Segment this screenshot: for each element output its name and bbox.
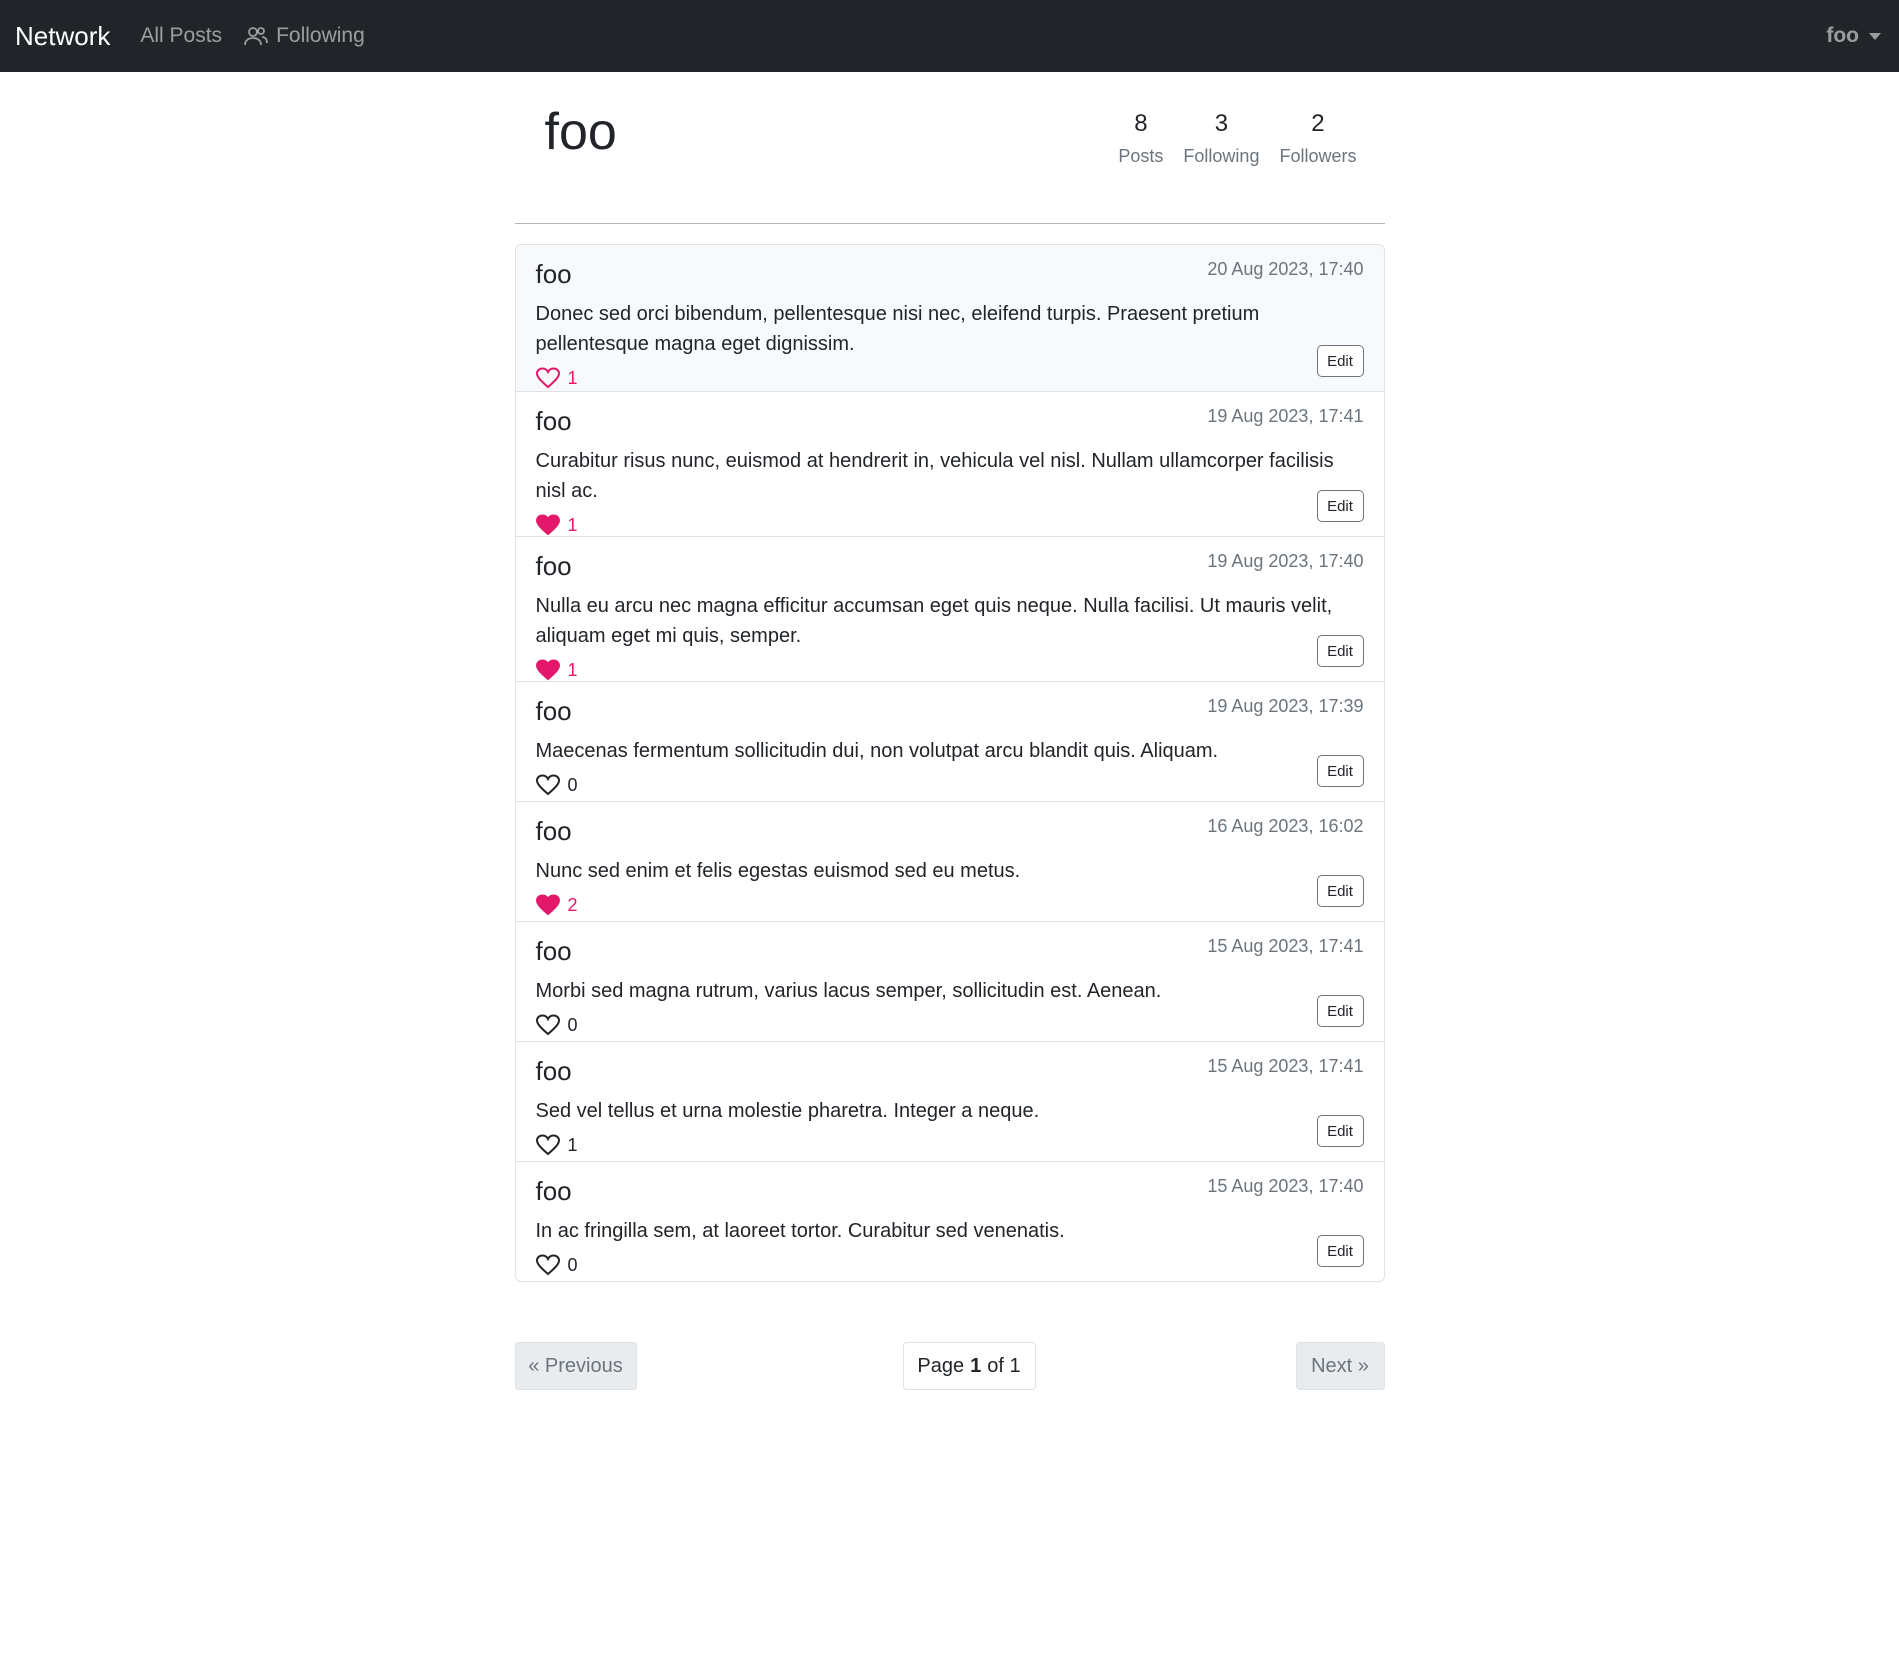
like-count: 0 — [567, 774, 578, 795]
user-dropdown-label: foo — [1826, 24, 1859, 47]
edit-button[interactable]: Edit — [1316, 490, 1364, 522]
main-container: foo 8 Posts 3 Following 2 Followers foo 2… — [514, 72, 1385, 1390]
post-content: Morbi sed magna rutrum, varius lacus sem… — [535, 980, 1162, 1002]
post-content: Maecenas fermentum sollicitudin dui, non… — [535, 740, 1219, 762]
nav-following-label: Following — [276, 24, 365, 47]
post-list: foo 20 Aug 2023, 17:40 Donec sed orci bibe… — [514, 244, 1385, 1282]
like-control: 1 — [535, 659, 1364, 681]
like-control: 0 — [535, 1014, 1364, 1036]
like-count: 2 — [567, 894, 578, 915]
stat-label: Posts — [1118, 146, 1164, 166]
like-control: 1 — [535, 367, 1364, 389]
stat-label: Followers — [1279, 146, 1357, 166]
post-content: Nulla eu arcu nec magna efficitur accums… — [535, 595, 1333, 647]
stat-followers: 2 Followers — [1279, 110, 1356, 167]
nav-following[interactable]: Following — [244, 24, 365, 48]
post-timestamp: 16 Aug 2023, 16:02 — [1207, 816, 1364, 836]
pagination: « Previous Page 1 of 1 Next » — [514, 1342, 1385, 1390]
stat-value: 3 — [1214, 110, 1229, 137]
post-timestamp: 15 Aug 2023, 17:41 — [1207, 936, 1364, 956]
stat-posts: 8 Posts — [1118, 110, 1163, 167]
edit-button[interactable]: Edit — [1316, 995, 1364, 1027]
heart-outline-icon[interactable] — [535, 774, 560, 796]
post-timestamp: 19 Aug 2023, 17:40 — [1207, 551, 1364, 571]
post-timestamp: 19 Aug 2023, 17:41 — [1207, 406, 1364, 426]
page-prefix: Page — [917, 1354, 965, 1377]
edit-button[interactable]: Edit — [1316, 1115, 1364, 1147]
post-card: foo 19 Aug 2023, 17:39 Maecenas fermentum … — [515, 681, 1384, 801]
like-control: 0 — [535, 774, 1364, 796]
post-content: Curabitur risus nunc, euismod at hendrer… — [535, 450, 1334, 502]
caret-down-icon — [1869, 32, 1881, 40]
stat-label: Following — [1183, 146, 1260, 166]
post-content: In ac fringilla sem, at laoreet tortor. … — [535, 1220, 1065, 1242]
page-indicator: Page 1 of 1 — [902, 1342, 1036, 1390]
like-count: 1 — [567, 1134, 578, 1155]
heart-filled-icon[interactable] — [535, 659, 560, 681]
previous-button[interactable]: « Previous — [514, 1342, 637, 1390]
edit-button[interactable]: Edit — [1316, 635, 1364, 667]
post-card: foo 15 Aug 2023, 17:40 In ac fringilla sem… — [515, 1161, 1384, 1281]
post-timestamp: 15 Aug 2023, 17:40 — [1207, 1176, 1364, 1196]
current-page: 1 — [970, 1354, 982, 1377]
people-icon — [244, 26, 268, 46]
post-card: foo 15 Aug 2023, 17:41 Sed vel tellus et u… — [515, 1041, 1384, 1161]
post-timestamp: 19 Aug 2023, 17:39 — [1207, 696, 1364, 716]
profile-name: foo — [544, 103, 617, 161]
post-card: foo 16 Aug 2023, 16:02 Nunc sed enim et fe… — [515, 801, 1384, 921]
like-control: 0 — [535, 1254, 1364, 1276]
total-pages: 1 — [1009, 1354, 1021, 1377]
edit-button[interactable]: Edit — [1316, 345, 1364, 377]
brand-link[interactable]: Network — [15, 21, 110, 52]
like-count: 1 — [567, 367, 578, 388]
post-content: Donec sed orci bibendum, pellentesque ni… — [535, 303, 1260, 355]
like-count: 1 — [567, 514, 578, 535]
edit-button[interactable]: Edit — [1316, 875, 1364, 907]
post-timestamp: 20 Aug 2023, 17:40 — [1207, 259, 1364, 279]
post-card: foo 19 Aug 2023, 17:40 Nulla eu arcu nec m… — [515, 536, 1384, 681]
like-control: 1 — [535, 1134, 1364, 1156]
stat-value: 2 — [1311, 110, 1325, 137]
like-count: 0 — [567, 1014, 578, 1035]
post-card: foo 20 Aug 2023, 17:40 Donec sed orci bibe… — [515, 245, 1384, 391]
next-button[interactable]: Next » — [1295, 1342, 1385, 1390]
post-card: foo 15 Aug 2023, 17:41 Morbi sed magna rut… — [515, 921, 1384, 1041]
post-content: Nunc sed enim et felis egestas euismod s… — [535, 860, 1021, 882]
profile-header: foo 8 Posts 3 Following 2 Followers — [514, 72, 1385, 224]
like-control: 1 — [535, 514, 1364, 536]
profile-stats: 8 Posts 3 Following 2 Followers — [1098, 110, 1356, 167]
nav-all-posts[interactable]: All Posts — [140, 24, 222, 48]
heart-outline-icon[interactable] — [535, 1134, 560, 1156]
stat-value: 8 — [1134, 110, 1148, 137]
heart-filled-icon[interactable] — [535, 894, 560, 916]
user-dropdown[interactable]: foo — [1826, 0, 1881, 72]
edit-button[interactable]: Edit — [1316, 755, 1364, 787]
heart-filled-icon[interactable] — [535, 514, 560, 536]
stat-following: 3 Following — [1183, 110, 1259, 167]
heart-outline-icon[interactable] — [535, 1254, 560, 1276]
post-content: Sed vel tellus et urna molestie pharetra… — [535, 1100, 1040, 1122]
heart-outline-icon[interactable] — [535, 367, 560, 389]
post-timestamp: 15 Aug 2023, 17:41 — [1207, 1056, 1364, 1076]
heart-outline-icon[interactable] — [535, 1014, 560, 1036]
post-card: foo 19 Aug 2023, 17:41 Curabitur risus nun… — [515, 391, 1384, 536]
navbar: Network All Posts Following foo — [0, 0, 1899, 72]
page-of: of — [987, 1354, 1004, 1377]
edit-button[interactable]: Edit — [1316, 1235, 1364, 1267]
like-count: 1 — [567, 659, 578, 680]
like-control: 2 — [535, 894, 1364, 916]
like-count: 0 — [567, 1254, 578, 1275]
